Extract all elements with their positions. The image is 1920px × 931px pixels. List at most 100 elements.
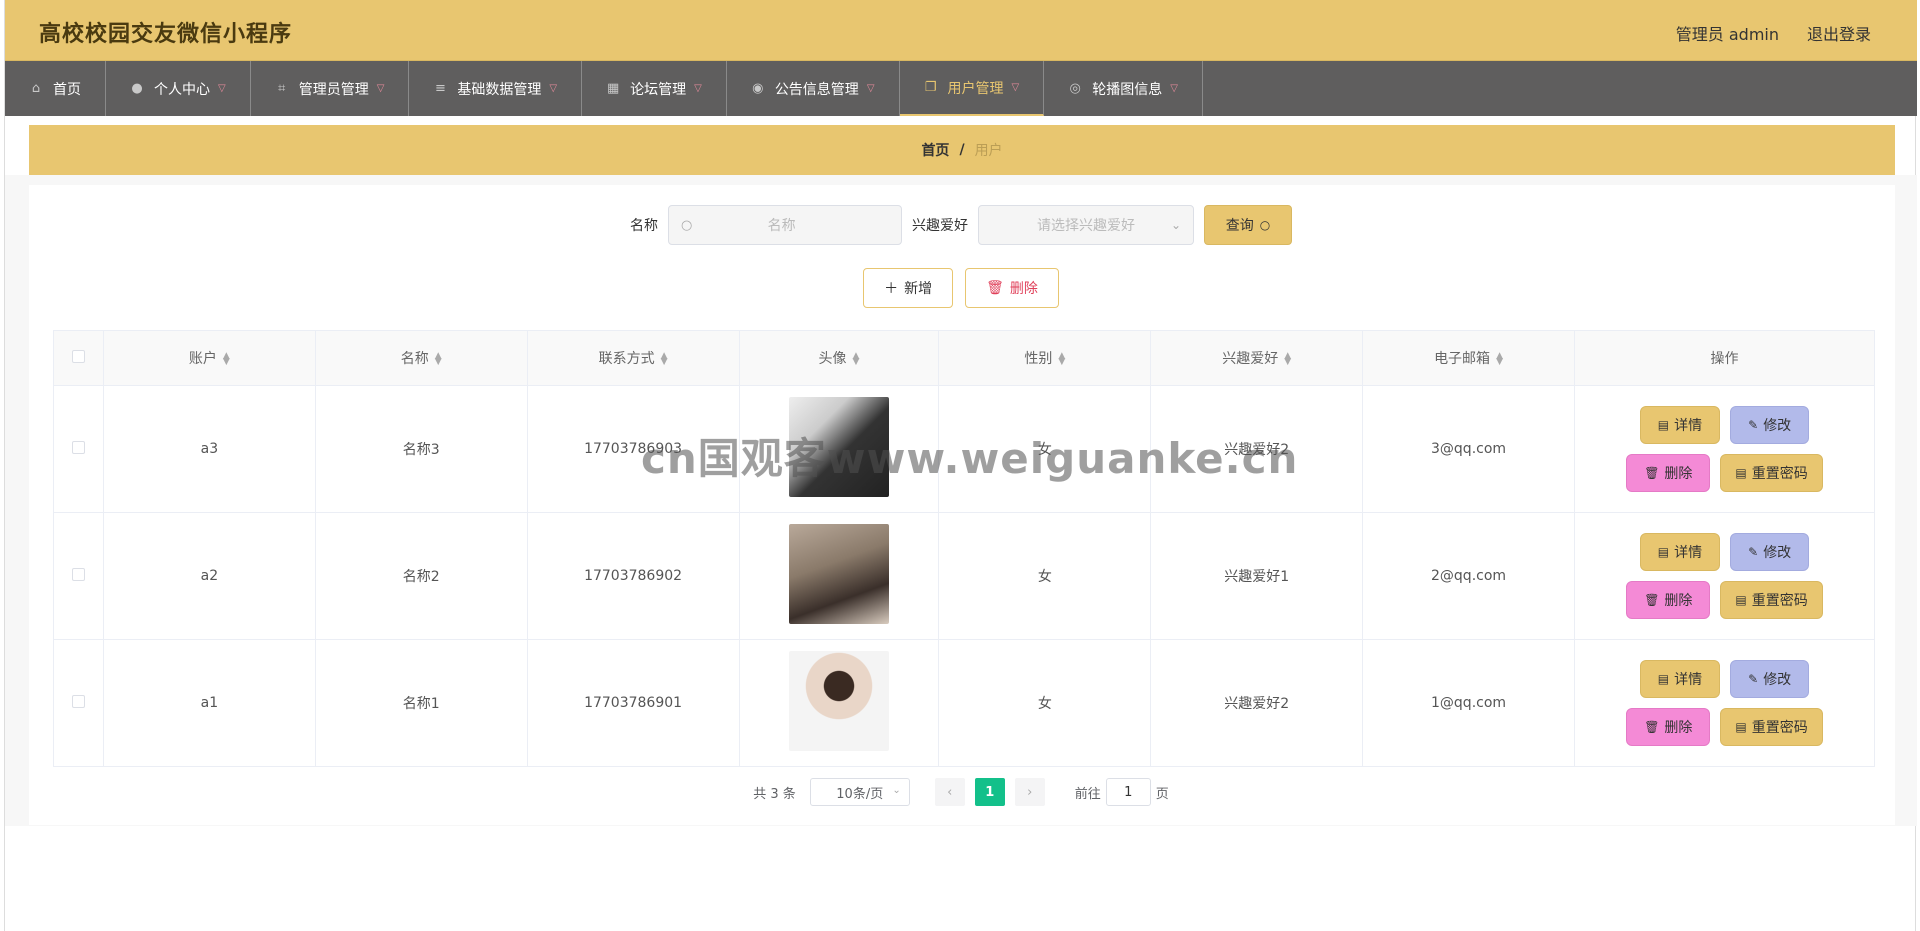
sort-icon[interactable]: ▲ ▼ — [1284, 352, 1291, 367]
delete-button[interactable]: 🗑 删除 — [1626, 581, 1711, 619]
nav-announcement[interactable]: ◉ 公告信息管理 ▽ — [727, 61, 900, 116]
reset-password-button[interactable]: ▤ 重置密码 — [1720, 581, 1823, 619]
sort-icon[interactable]: ▲ ▼ — [853, 352, 860, 367]
document-icon: ▤ — [1657, 672, 1670, 686]
breadcrumb-current: 用户 — [974, 143, 1003, 159]
cell-email: 2@qq.com — [1362, 512, 1575, 640]
reset-label: 重置密码 — [1751, 593, 1808, 609]
name-search-input[interactable]: ○ 名称 — [668, 205, 902, 245]
page-size-label: 10条/页 — [836, 786, 884, 802]
copy-icon: ❐ — [924, 79, 937, 95]
bulb-icon: ◉ — [752, 80, 764, 96]
edit-label: 修改 — [1763, 545, 1792, 561]
detail-button[interactable]: ▤ 详情 — [1639, 533, 1721, 571]
nav-home[interactable]: ⌂ 首页 — [5, 61, 106, 116]
sort-icon[interactable]: ▲ ▼ — [435, 352, 442, 367]
cell-name: 名称2 — [314, 512, 528, 640]
sort-icon[interactable]: ▲ ▼ — [1496, 352, 1503, 367]
delete-label: 删除 — [1664, 720, 1693, 736]
col-name[interactable]: 名称 ▲ ▼ — [314, 330, 528, 386]
cell-phone: 17703786901 — [526, 639, 740, 767]
hobby-select[interactable]: 请选择兴趣爱好 ⌄ — [978, 205, 1194, 245]
edit-button[interactable]: ✎ 修改 — [1730, 533, 1810, 571]
delete-label: 删除 — [1664, 466, 1693, 482]
delete-button[interactable]: 🗑 删除 — [1626, 454, 1711, 492]
next-page-button[interactable]: › — [1014, 778, 1045, 806]
detail-label: 详情 — [1674, 418, 1703, 434]
sort-icon[interactable]: ▲ ▼ — [661, 352, 668, 367]
search-icon: ○ — [1259, 218, 1271, 232]
col-label: 性别 — [1024, 351, 1053, 367]
header: 高校校园交友微信小程序 管理员 admin 退出登录 — [5, 0, 1917, 61]
nav-admin-management[interactable]: ⌗ 管理员管理 ▽ — [251, 61, 410, 116]
nav-forum[interactable]: ▦ 论坛管理 ▽ — [582, 61, 727, 116]
col-ops: 操作 — [1573, 330, 1876, 386]
table-row: a2 名称2 17703786902 女 兴趣爱好1 2@qq.com ▤ 详情 … — [53, 512, 1876, 640]
prev-page-button[interactable]: ‹ — [934, 778, 965, 806]
hobby-label: 兴趣爱好 — [912, 218, 968, 234]
col-hobby[interactable]: 兴趣爱好 ▲ ▼ — [1150, 330, 1364, 386]
chevron-down-icon: ▽ — [866, 83, 875, 94]
cell-name: 名称1 — [314, 639, 528, 767]
breadcrumb-home[interactable]: 首页 — [921, 140, 949, 160]
nav-label: 公告信息管理 — [774, 81, 859, 98]
row-checkbox[interactable] — [71, 440, 85, 454]
menu-icon: ≡ — [434, 80, 446, 96]
cell-phone: 17703786902 — [526, 512, 740, 640]
jump-page-input[interactable]: 1 — [1105, 778, 1151, 806]
edit-button[interactable]: ✎ 修改 — [1730, 406, 1810, 444]
nav-label: 用户管理 — [947, 80, 1004, 97]
nav-user-management[interactable]: ❐ 用户管理 ▽ — [899, 61, 1045, 116]
col-gender[interactable]: 性别 ▲ ▼ — [938, 330, 1152, 386]
crop-icon: ⌗ — [278, 80, 286, 96]
sort-icon[interactable]: ▲ ▼ — [1058, 352, 1065, 367]
delete-label: 删除 — [1664, 593, 1693, 609]
query-button[interactable]: 查询 ○ — [1204, 205, 1292, 245]
table-row: a1 名称1 17703786901 女 兴趣爱好2 1@qq.com ▤ 详情 … — [53, 639, 1876, 767]
nav-basic-data[interactable]: ≡ 基础数据管理 ▽ — [409, 61, 583, 116]
chevron-down-icon: ⌄ — [1170, 218, 1181, 232]
nav-carousel[interactable]: ◎ 轮播图信息 ▽ — [1044, 61, 1203, 116]
chevron-down-icon: ▽ — [1011, 82, 1020, 93]
row-checkbox[interactable] — [71, 567, 85, 581]
avatar[interactable] — [788, 524, 889, 624]
sort-icon[interactable]: ▲ ▼ — [223, 352, 230, 367]
chevron-down-icon: ⌄ — [892, 785, 901, 796]
goto-label: 前往 — [1074, 786, 1101, 802]
detail-button[interactable]: ▤ 详情 — [1639, 406, 1721, 444]
search-bar: 名称 ○ 名称 兴趣爱好 请选择兴趣爱好 ⌄ 查询 ○ — [5, 205, 1917, 245]
page-number-current[interactable]: 1 — [974, 778, 1005, 806]
col-label: 头像 — [818, 351, 847, 367]
batch-delete-button[interactable]: 🗑 删除 — [965, 268, 1059, 308]
delete-button[interactable]: 🗑 删除 — [1626, 708, 1711, 746]
reset-password-button[interactable]: ▤ 重置密码 — [1720, 454, 1823, 492]
total-count: 共 3 条 — [753, 786, 796, 802]
col-phone[interactable]: 联系方式 ▲ ▼ — [526, 330, 740, 386]
col-email[interactable]: 电子邮箱 ▲ ▼ — [1362, 330, 1575, 386]
chevron-down-icon: ▽ — [694, 83, 702, 94]
detail-label: 详情 — [1674, 545, 1703, 561]
cell-ops: ▤ 详情 ✎ 修改 🗑 删除 ▤ 重置密码 — [1573, 385, 1876, 513]
nav-label: 轮播图信息 — [1092, 81, 1163, 98]
col-account[interactable]: 账户 ▲ ▼ — [102, 330, 316, 386]
select-all-checkbox[interactable] — [71, 349, 85, 363]
cell-name: 名称3 — [314, 385, 528, 513]
reset-password-button[interactable]: ▤ 重置密码 — [1720, 708, 1823, 746]
reset-label: 重置密码 — [1751, 466, 1808, 482]
select-all-cell — [53, 330, 104, 386]
avatar[interactable] — [788, 651, 889, 751]
nav-personal-center[interactable]: ● 个人中心 ▽ — [106, 61, 251, 116]
col-avatar[interactable]: 头像 ▲ ▼ — [738, 330, 940, 386]
row-checkbox[interactable] — [71, 694, 85, 708]
document-icon: ▤ — [1735, 720, 1747, 734]
nav-label: 首页 — [53, 81, 81, 98]
name-label: 名称 — [630, 218, 658, 234]
page-size-select[interactable]: 10条/页 ⌄ — [809, 778, 910, 806]
nav-label: 基础数据管理 — [457, 81, 542, 98]
add-button[interactable]: ＋ 新增 — [863, 268, 954, 308]
detail-button[interactable]: ▤ 详情 — [1639, 660, 1721, 698]
table-header-row: 账户 ▲ ▼ 名称 ▲ ▼ 联系方式 ▲ ▼ 头像 ▲ ▼ 性别 ▲ ▼ 兴趣爱好 ▲ ▼ 电子邮箱 ▲ ▼… — [53, 330, 1876, 386]
edit-button[interactable]: ✎ 修改 — [1730, 660, 1810, 698]
reset-label: 重置密码 — [1751, 720, 1808, 736]
logout-link[interactable]: 退出登录 — [1807, 21, 1871, 45]
